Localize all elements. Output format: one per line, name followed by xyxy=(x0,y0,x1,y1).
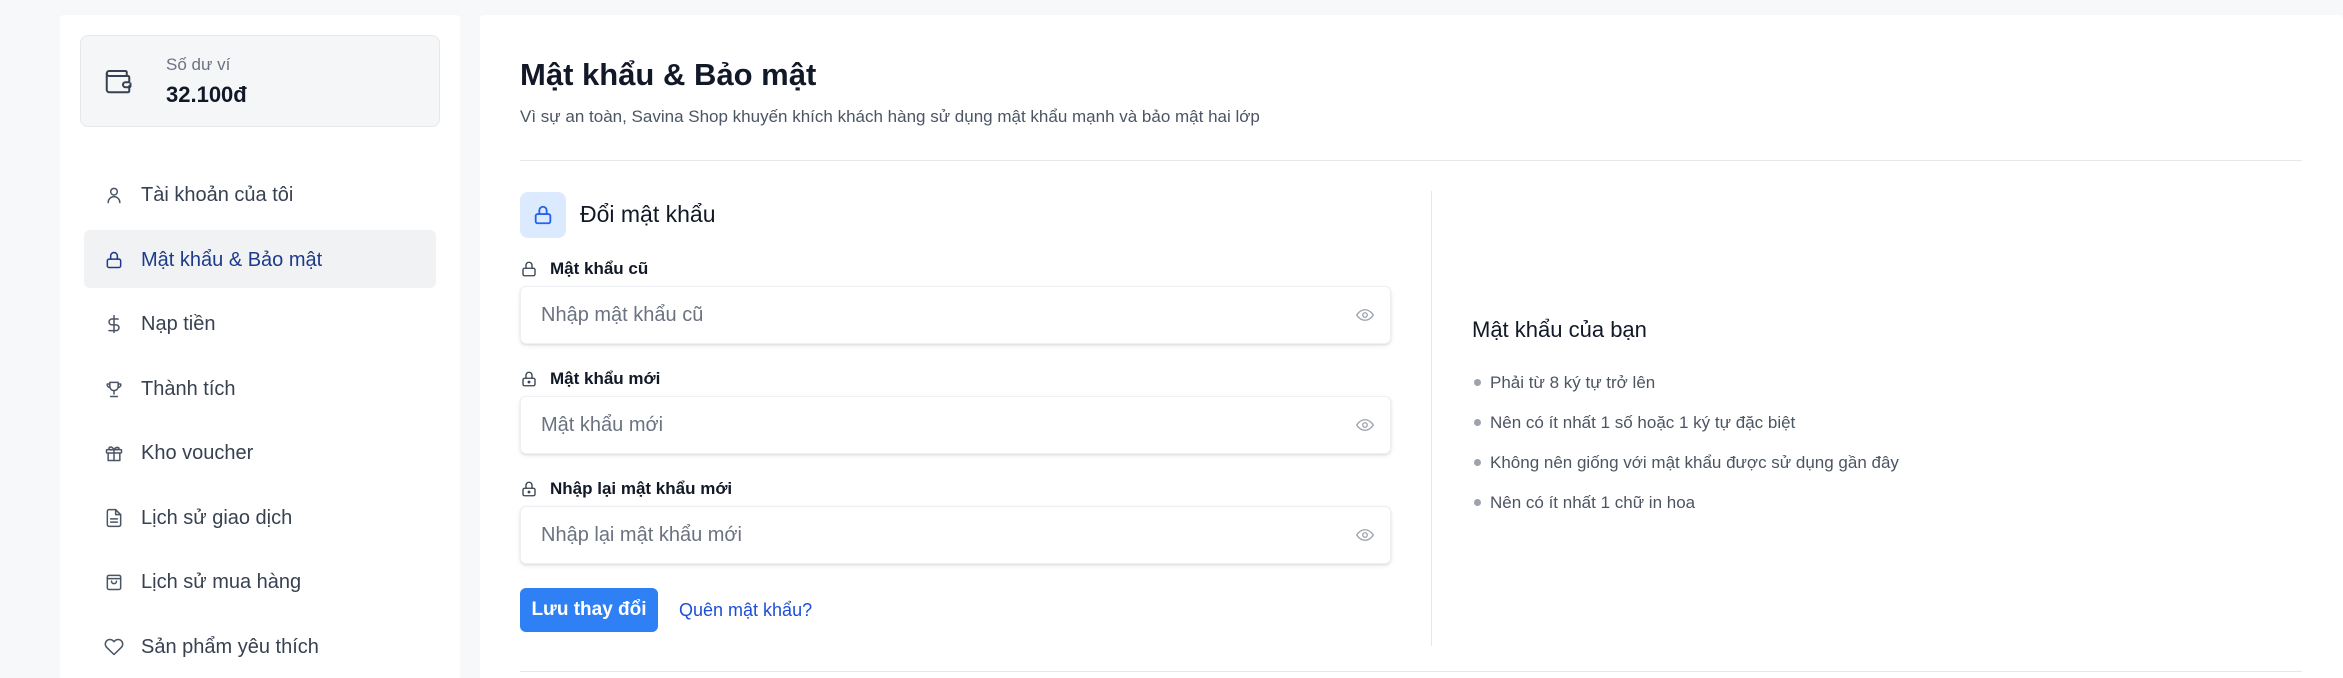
document-icon xyxy=(106,508,122,527)
password-rules-title: Mật khẩu của bạn xyxy=(1472,317,1647,342)
confirm-password-label: Nhập lại mật khẩu mới xyxy=(520,479,732,499)
sidebar-item-label: Mật khẩu & Bảo mật xyxy=(141,248,323,271)
sidebar-item-label: Lịch sử mua hàng xyxy=(141,571,302,593)
section-title: Đổi mật khẩu xyxy=(580,201,716,227)
field-label-text: Mật khẩu mới xyxy=(550,369,661,388)
divider xyxy=(520,671,2302,672)
field-label-text: Nhập lại mật khẩu mới xyxy=(550,479,733,498)
new-password-field xyxy=(520,396,1391,454)
sidebar-item-my-account[interactable]: Tài khoản của tôi xyxy=(84,165,436,223)
gift-icon xyxy=(105,446,123,462)
sidebar-item-achievements[interactable]: Thành tích xyxy=(84,359,436,417)
password-rules-list: Phải từ 8 ký tự trở lên Nên có ít nhất 1… xyxy=(1472,371,2172,531)
wallet-icon xyxy=(105,70,132,94)
wallet-balance-card: Số dư ví 32.100đ xyxy=(80,35,440,127)
password-rule-item: Phải từ 8 ký tự trở lên xyxy=(1472,371,2172,411)
old-password-field xyxy=(520,286,1391,344)
eye-icon[interactable] xyxy=(1356,528,1374,542)
sidebar-item-favorites[interactable]: Sản phẩm yêu thích xyxy=(84,617,436,675)
rule-text: Nên có ít nhất 1 chữ in hoa xyxy=(1490,493,1696,512)
password-rule-item: Nên có ít nhất 1 số hoặc 1 ký tự đặc biệ… xyxy=(1472,411,2172,451)
lock-icon xyxy=(106,251,122,268)
save-changes-button[interactable]: Lưu thay đổi xyxy=(520,588,658,632)
confirm-password-field xyxy=(520,506,1391,564)
shopping-bag-icon xyxy=(106,574,122,591)
bullet-icon xyxy=(1474,419,1481,426)
field-label-text: Mật khẩu cũ xyxy=(550,259,649,278)
sidebar-item-top-up[interactable]: Nạp tiền xyxy=(84,294,436,352)
vertical-divider xyxy=(1431,191,1432,646)
bullet-icon xyxy=(1474,459,1481,466)
old-password-label: Mật khẩu cũ xyxy=(520,259,648,279)
password-rule-item: Không nên giống với mật khẩu được sử dụn… xyxy=(1472,451,2172,491)
bullet-icon xyxy=(1474,499,1481,506)
sidebar-nav: Tài khoản của tôi Mật khẩu & Bảo mật Nạp… xyxy=(84,165,436,678)
password-rule-item: Nên có ít nhất 1 chữ in hoa xyxy=(1472,491,2172,531)
sidebar-item-label: Lịch sử giao dịch xyxy=(141,506,293,529)
trophy-icon xyxy=(106,381,122,397)
forgot-password-link[interactable]: Quên mật khẩu? xyxy=(679,600,812,621)
heart-icon xyxy=(104,638,124,655)
new-password-label: Mật khẩu mới xyxy=(520,369,660,389)
dollar-icon xyxy=(108,314,120,334)
confirm-password-input[interactable] xyxy=(521,507,1390,563)
old-password-input[interactable] xyxy=(521,287,1390,343)
sidebar-item-vouchers[interactable]: Kho voucher xyxy=(84,423,436,481)
sidebar-item-label: Kho voucher xyxy=(141,442,254,464)
page-title: Mật khẩu & Bảo mật xyxy=(520,57,817,92)
wallet-balance-value: 32.100đ xyxy=(166,82,247,107)
sidebar-item-transaction-history[interactable]: Lịch sử giao dịch xyxy=(84,488,436,546)
sidebar-item-password-security[interactable]: Mật khẩu & Bảo mật xyxy=(84,229,436,288)
bullet-icon xyxy=(1474,379,1481,386)
rule-text: Không nên giống với mật khẩu được sử dụn… xyxy=(1490,453,1899,472)
lock-icon xyxy=(522,371,536,387)
lock-icon xyxy=(534,205,552,225)
eye-icon[interactable] xyxy=(1356,418,1374,432)
wallet-label: Số dư ví xyxy=(166,55,231,74)
sidebar-item-label: Nạp tiền xyxy=(141,313,216,335)
new-password-input[interactable] xyxy=(521,397,1390,453)
divider xyxy=(520,160,2302,161)
eye-icon[interactable] xyxy=(1356,308,1374,322)
change-password-section-icon xyxy=(520,192,566,238)
sidebar-item-label: Thành tích xyxy=(141,377,236,400)
user-icon xyxy=(107,187,121,204)
sidebar-item-label: Tài khoản của tôi xyxy=(141,184,294,206)
lock-icon xyxy=(522,261,536,277)
lock-icon xyxy=(522,481,536,497)
sidebar-item-purchase-history[interactable]: Lịch sử mua hàng xyxy=(84,552,436,610)
page-subtitle: Vì sự an toàn, Savina Shop khuyến khích … xyxy=(520,107,1260,126)
main-panel: Mật khẩu & Bảo mật Vì sự an toàn, Savina… xyxy=(480,15,2343,678)
rule-text: Phải từ 8 ký tự trở lên xyxy=(1490,373,1656,392)
sidebar: Số dư ví 32.100đ Tài khoản của tôi Mật k… xyxy=(60,15,460,678)
sidebar-item-label: Sản phẩm yêu thích xyxy=(141,635,319,658)
rule-text: Nên có ít nhất 1 số hoặc 1 ký tự đặc biệ… xyxy=(1490,413,1796,432)
